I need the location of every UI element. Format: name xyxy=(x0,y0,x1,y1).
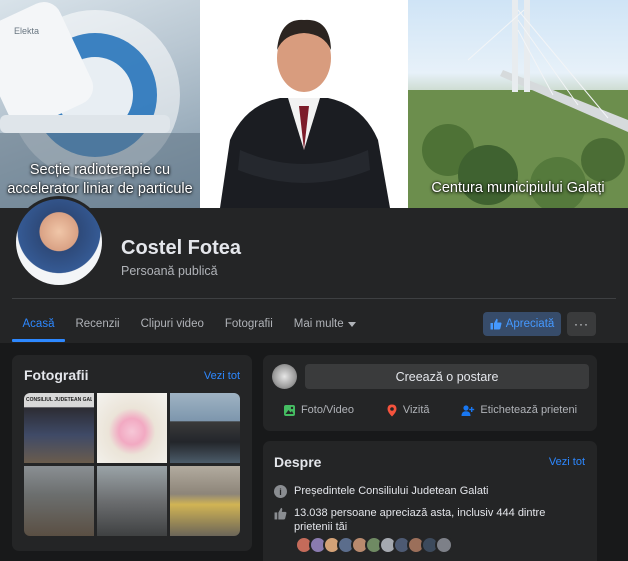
photos-card-title: Fotografii xyxy=(24,367,89,383)
about-likes-row: 13.038 persoane apreciază asta, inclusiv… xyxy=(274,506,569,534)
photo-thumbnail[interactable] xyxy=(170,466,240,536)
location-pin-icon xyxy=(387,404,397,416)
cover-photo[interactable]: Elekta Secție radioterapie cu accelerato… xyxy=(0,0,628,208)
photos-card: Fotografii Vezi tot CONSILIUL JUDETEAN G… xyxy=(12,355,252,551)
cover-panel-bridge: Centura municipiului Galați xyxy=(408,0,628,208)
about-card: Despre Vezi tot i Președintele Consiliul… xyxy=(263,441,597,561)
tag-friends-icon xyxy=(461,404,475,416)
profile-category: Persoană publică xyxy=(121,264,218,278)
thumbs-up-icon xyxy=(490,318,502,330)
thumbs-up-icon xyxy=(274,507,287,520)
bridge-rendering-image xyxy=(408,0,628,208)
photo-thumbnail[interactable] xyxy=(170,393,240,463)
tab-reviews[interactable]: Recenzii xyxy=(65,306,130,342)
tab-photos[interactable]: Fotografii xyxy=(214,306,283,342)
more-options-button[interactable]: ··· xyxy=(567,312,596,336)
photo-sign-text: CONSILIUL JUDETEAN GALATI xyxy=(26,397,92,403)
photo-video-button[interactable]: Foto/Video xyxy=(283,404,354,417)
tag-friends-button[interactable]: Etichetează prieteni xyxy=(461,404,577,417)
cover-panel-radiotherapy: Elekta Secție radioterapie cu accelerato… xyxy=(0,0,200,208)
composer-actions: Foto/Video Vizită Etichetează prieteni xyxy=(263,399,597,421)
cover-caption-bridge: Centura municipiului Galați xyxy=(431,180,605,196)
cover-caption-radiotherapy-line1: Secție radioterapie cu xyxy=(29,162,171,178)
cover-caption-radiotherapy-line2: accelerator liniar de particule xyxy=(7,181,193,197)
composer-avatar[interactable] xyxy=(272,364,297,389)
profile-tabs: Acasă Recenzii Clipuri video Fotografii … xyxy=(12,306,366,342)
like-button[interactable]: Apreciată xyxy=(483,312,561,336)
create-post-card: Creează o postare Foto/Video Vizită Etic… xyxy=(263,355,597,431)
photo-thumbnail[interactable] xyxy=(97,393,167,463)
create-post-button[interactable]: Creează o postare xyxy=(305,364,589,389)
friend-avatar[interactable] xyxy=(435,536,453,554)
tab-home[interactable]: Acasă xyxy=(12,306,65,342)
about-card-title: Despre xyxy=(274,454,322,470)
photo-thumbnail[interactable]: CONSILIUL JUDETEAN GALATI xyxy=(24,393,94,463)
header-divider xyxy=(12,298,616,299)
about-description-row: i Președintele Consiliului Judetean Gala… xyxy=(274,484,488,498)
svg-text:Elekta: Elekta xyxy=(14,26,39,36)
tab-videos[interactable]: Clipuri video xyxy=(130,306,214,342)
cover-panel-portrait xyxy=(200,0,408,208)
check-in-button[interactable]: Vizită xyxy=(386,404,430,417)
friends-who-like-avatars[interactable] xyxy=(295,536,453,554)
about-see-all-link[interactable]: Vezi tot xyxy=(549,456,585,468)
photo-thumbnail[interactable] xyxy=(24,466,94,536)
chevron-down-icon xyxy=(347,322,356,327)
about-description: Președintele Consiliului Judetean Galati xyxy=(294,485,489,497)
more-dots-icon: ··· xyxy=(574,317,589,331)
profile-avatar[interactable] xyxy=(13,196,105,288)
like-button-label: Apreciată xyxy=(505,318,555,330)
profile-name[interactable]: Costel Fotea xyxy=(121,237,241,260)
photo-thumbnail[interactable] xyxy=(97,466,167,536)
info-icon: i xyxy=(274,485,287,498)
tab-more[interactable]: Mai multe xyxy=(283,306,366,342)
about-likes-count: 13.038 persoane apreciază asta, inclusiv… xyxy=(294,507,546,533)
photo-grid: CONSILIUL JUDETEAN GALATI xyxy=(24,393,240,536)
photo-video-icon xyxy=(283,404,295,416)
portrait-image xyxy=(220,19,390,208)
photos-see-all-link[interactable]: Vezi tot xyxy=(204,370,240,382)
